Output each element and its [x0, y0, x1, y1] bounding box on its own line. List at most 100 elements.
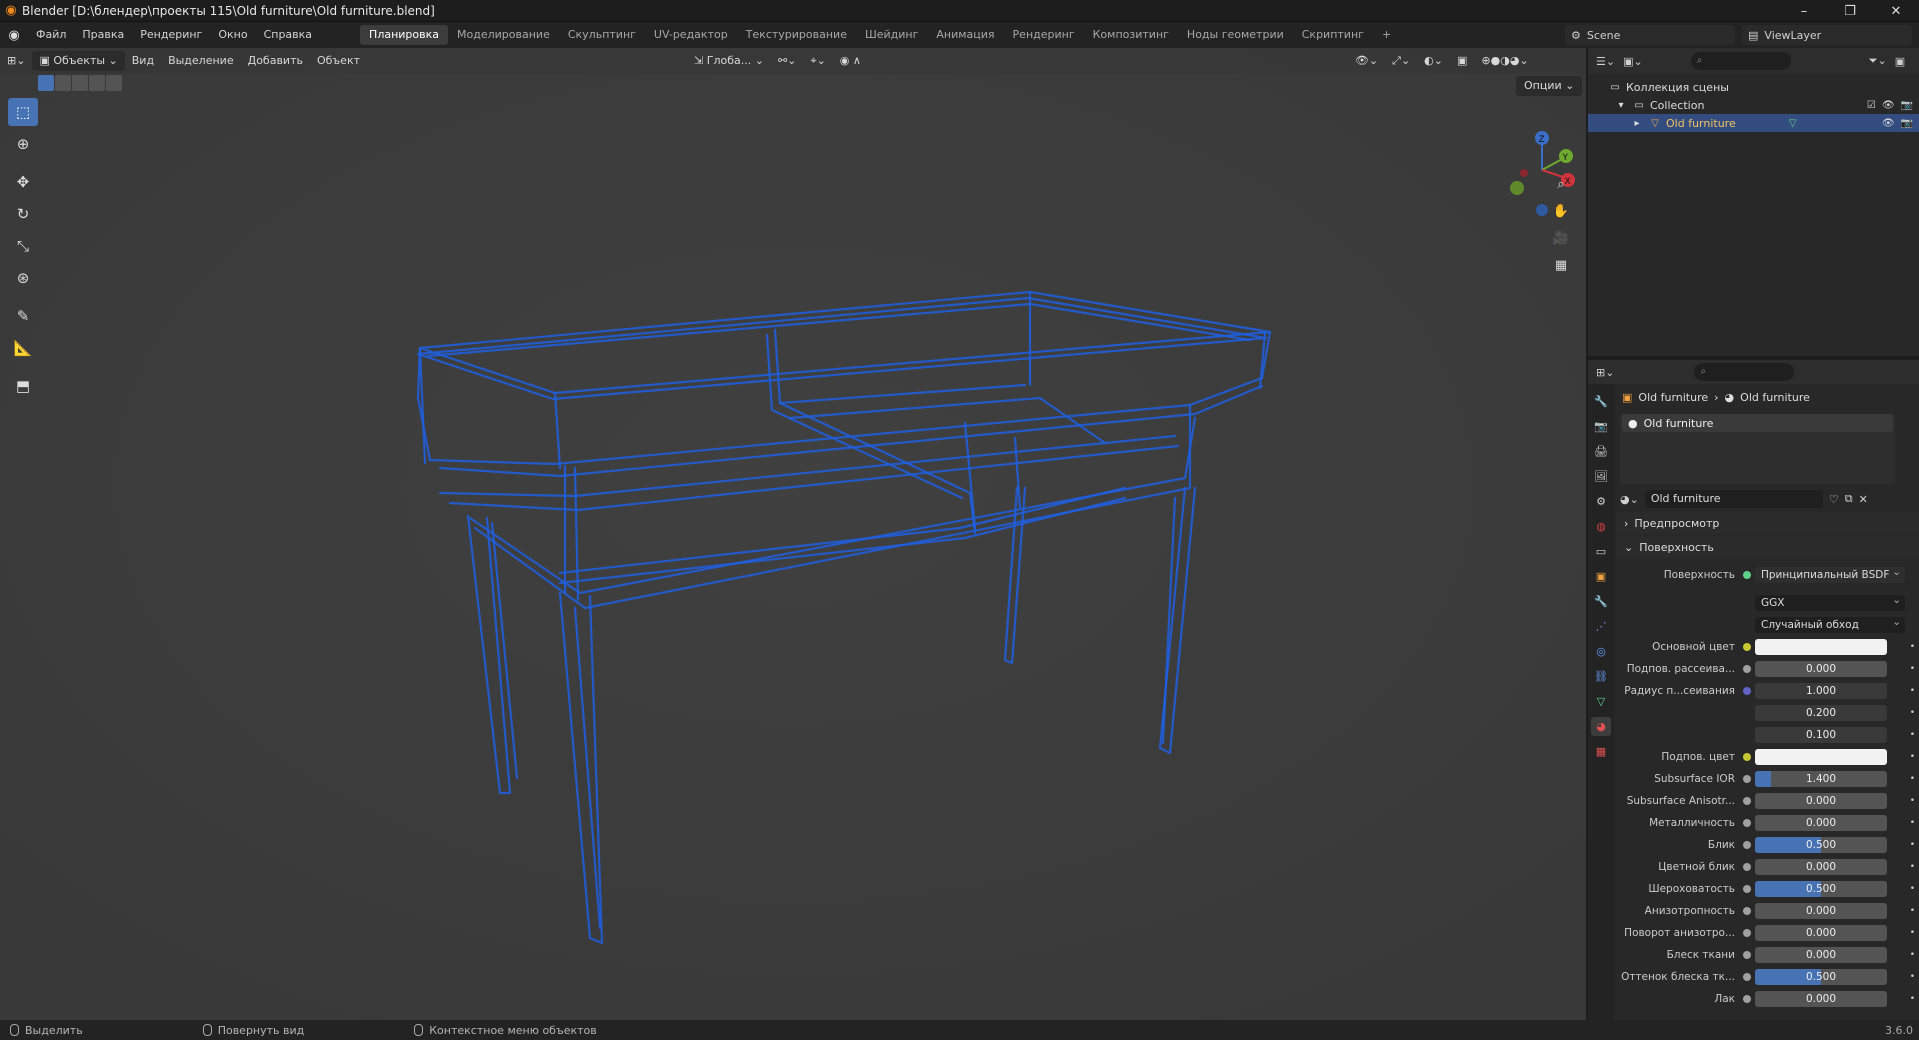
camera-view-icon[interactable]: 🎥 — [1550, 227, 1572, 249]
render-camera-icon[interactable]: 📷 — [1901, 100, 1913, 111]
value-slider[interactable]: 0.000 — [1755, 815, 1887, 831]
value-slider[interactable]: 0.000 — [1755, 991, 1887, 1007]
value-slider[interactable]: 0.000 — [1755, 661, 1887, 677]
value-slider[interactable]: 0.000 — [1755, 793, 1887, 809]
mode-dropdown[interactable]: ▣ Объекты ⌄ — [32, 51, 125, 71]
object-render-camera-icon[interactable]: 📷 — [1901, 118, 1913, 129]
input-socket-icon[interactable] — [1743, 797, 1751, 805]
distribution-dropdown[interactable]: GGX — [1755, 592, 1905, 611]
3d-viewport[interactable]: ⊞⌄ ▣ Объекты ⌄ Вид Выделение Добавить Об… — [0, 48, 1586, 1020]
input-socket-icon[interactable] — [1743, 951, 1751, 959]
new-collection-icon[interactable]: ▣ — [1895, 55, 1905, 68]
move-tool-icon[interactable]: ✥ — [8, 168, 38, 196]
tab-geometry-nodes[interactable]: Ноды геометрии — [1178, 25, 1293, 45]
gizmo-icon[interactable]: ⤢⌄ — [1385, 51, 1417, 71]
tab-animation[interactable]: Анимация — [927, 25, 1003, 45]
output-tab-icon[interactable]: 🖨 — [1591, 442, 1611, 461]
input-socket-icon[interactable] — [1743, 753, 1751, 761]
select-invert-button[interactable] — [89, 75, 105, 91]
shading-modes[interactable]: ⊕●◑◕⌄ — [1474, 51, 1535, 71]
add-workspace-button[interactable]: + — [1373, 25, 1400, 45]
particles-tab-icon[interactable]: ⋰ — [1591, 617, 1611, 636]
input-socket-icon[interactable] — [1743, 907, 1751, 915]
subsurface-method-dropdown[interactable]: Случайный обход — [1755, 614, 1905, 633]
mesh-data-icon[interactable]: ▽ — [1786, 118, 1800, 129]
input-socket-icon[interactable] — [1743, 709, 1751, 717]
input-socket-icon[interactable] — [1743, 643, 1751, 651]
input-socket-icon[interactable] — [1743, 995, 1751, 1003]
view-layer-tab-icon[interactable]: 🖼 — [1591, 467, 1611, 486]
preview-panel-header[interactable]: › Предпросмотр — [1616, 512, 1919, 534]
select-new-button[interactable] — [38, 75, 54, 91]
options-dropdown[interactable]: Опции ⌄ — [1516, 76, 1583, 96]
proportional-edit-icon[interactable]: ◉ ∧ — [833, 51, 868, 71]
data-tab-icon[interactable]: ▽ — [1591, 692, 1611, 711]
snap-icon[interactable]: ⌖⌄ — [803, 51, 832, 71]
rotate-tool-icon[interactable]: ↻ — [8, 200, 38, 228]
color-swatch[interactable] — [1755, 639, 1887, 655]
input-socket-icon[interactable] — [1743, 841, 1751, 849]
value-slider[interactable]: 0.500 — [1755, 881, 1887, 897]
scene-selector[interactable]: ⚙ Scene — [1565, 25, 1735, 45]
object-tab-icon[interactable]: ▣ — [1591, 567, 1611, 586]
value-slider[interactable]: 0.500 — [1755, 837, 1887, 853]
properties-editor-icon[interactable]: ⊞⌄ — [1596, 366, 1614, 379]
input-socket-icon[interactable] — [1743, 775, 1751, 783]
minimize-button[interactable]: – — [1781, 0, 1827, 22]
value-slider[interactable]: 1.400 — [1755, 771, 1887, 787]
menu-window[interactable]: Окно — [210, 22, 255, 48]
annotate-tool-icon[interactable]: ✎ — [8, 302, 38, 330]
keyframe-dot-icon[interactable]: • — [1910, 840, 1915, 850]
tab-rendering[interactable]: Рендеринг — [1004, 25, 1084, 45]
tab-sculpting[interactable]: Скульптинг — [559, 25, 645, 45]
outliner-scene-collection[interactable]: ▭ Коллекция сцены — [1588, 78, 1919, 96]
keyframe-dot-icon[interactable]: • — [1910, 862, 1915, 872]
input-socket-icon[interactable] — [1743, 929, 1751, 937]
tab-texture-paint[interactable]: Текстурирование — [737, 25, 856, 45]
input-socket-icon[interactable] — [1743, 687, 1751, 695]
zoom-icon[interactable]: ⌕ — [1550, 173, 1572, 195]
surface-shader-dropdown[interactable]: Принципиальный BSDF — [1755, 564, 1905, 583]
keyframe-dot-icon[interactable]: • — [1910, 708, 1915, 718]
object-expand-icon[interactable]: ▸ — [1630, 118, 1644, 129]
select-subtract-button[interactable] — [72, 75, 88, 91]
surface-panel-header[interactable]: ⌄ Поверхность — [1616, 536, 1919, 558]
outliner-search-input[interactable]: ⌕ — [1690, 52, 1791, 70]
visibility-icon[interactable]: 👁⌄ — [1348, 51, 1385, 71]
select-intersect-button[interactable] — [106, 75, 122, 91]
tab-modeling[interactable]: Моделирование — [448, 25, 559, 45]
cursor-tool-icon[interactable]: ⊕ — [8, 130, 38, 158]
keyframe-dot-icon[interactable]: • — [1910, 994, 1915, 1004]
overlay-icon[interactable]: ◐⌄ — [1417, 51, 1450, 71]
xray-icon[interactable]: ▣ — [1450, 51, 1474, 71]
unlink-material-icon[interactable]: ✕ — [1859, 493, 1868, 506]
menu-add[interactable]: Добавить — [241, 51, 310, 71]
value-slider[interactable]: 0.000 — [1755, 947, 1887, 963]
material-browse-icon[interactable]: ◕⌄ — [1620, 493, 1639, 506]
keyframe-dot-icon[interactable]: • — [1910, 664, 1915, 674]
tab-compositing[interactable]: Композитинг — [1084, 25, 1178, 45]
input-socket-icon[interactable] — [1743, 819, 1751, 827]
exclude-checkbox-icon[interactable]: ☑ — [1867, 100, 1876, 111]
keyframe-dot-icon[interactable]: • — [1910, 752, 1915, 762]
input-socket-icon[interactable] — [1743, 973, 1751, 981]
pivot-icon[interactable]: ⚯⌄ — [771, 51, 803, 71]
tab-scripting[interactable]: Скриптинг — [1293, 25, 1373, 45]
world-tab-icon[interactable]: ◍ — [1591, 517, 1611, 536]
fake-user-icon[interactable]: ♡ — [1829, 493, 1839, 506]
menu-file[interactable]: Файл — [28, 22, 74, 48]
keyframe-dot-icon[interactable]: • — [1910, 686, 1915, 696]
value-slider[interactable]: 0.500 — [1755, 969, 1887, 985]
collection-tab-icon[interactable]: ▭ — [1591, 542, 1611, 561]
view-layer-selector[interactable]: ▤ ViewLayer — [1742, 25, 1912, 45]
duplicate-material-icon[interactable]: ⧉ — [1845, 492, 1853, 506]
material-slot-row[interactable]: ● Old furniture — [1622, 414, 1893, 432]
pan-hand-icon[interactable]: ✋ — [1550, 200, 1572, 222]
hide-eye-icon[interactable]: 👁 — [1882, 100, 1895, 111]
transform-tool-icon[interactable]: ⊛ — [8, 264, 38, 292]
constraints-tab-icon[interactable]: ⛓ — [1591, 667, 1611, 686]
keyframe-dot-icon[interactable]: • — [1910, 906, 1915, 916]
keyframe-dot-icon[interactable]: • — [1910, 950, 1915, 960]
scale-tool-icon[interactable]: ⤡ — [8, 232, 38, 260]
ortho-grid-icon[interactable]: ▦ — [1550, 254, 1572, 276]
